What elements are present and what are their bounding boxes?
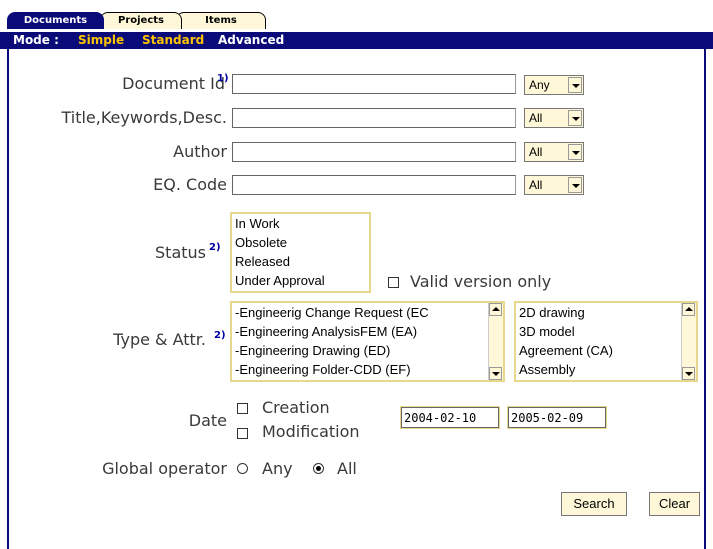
attr-listbox[interactable]: 2D drawing 3D model Agreement (CA) Assem…	[514, 301, 698, 382]
chevron-down-icon[interactable]	[568, 144, 582, 160]
mode-bar: Mode : Simple Standard Advanced	[0, 32, 713, 49]
status-option[interactable]: In Work	[232, 214, 369, 233]
chevron-down-icon[interactable]	[568, 77, 582, 93]
title-operator-value: All	[529, 111, 543, 125]
scroll-up-icon[interactable]	[682, 303, 695, 316]
document-id-operator-value: Any	[529, 78, 550, 92]
attr-option[interactable]: 2D drawing	[516, 303, 696, 322]
type-scrollbar[interactable]	[488, 303, 503, 380]
author-input[interactable]	[232, 142, 516, 162]
attr-option[interactable]: 3D model	[516, 322, 696, 341]
status-listbox[interactable]: In Work Obsolete Released Under Approval	[230, 212, 371, 293]
status-label: Status	[155, 243, 206, 262]
search-button[interactable]: Search	[561, 492, 627, 516]
global-operator-any-label: Any	[262, 459, 293, 478]
type-option[interactable]: -Engineering Folder-CDD (EF)	[232, 360, 503, 379]
scroll-down-icon[interactable]	[682, 367, 695, 380]
valid-version-label: Valid version only	[410, 272, 552, 291]
status-note: 2)	[209, 242, 221, 253]
title-label: Title,Keywords,Desc.	[61, 108, 227, 127]
title-operator-select[interactable]: All	[524, 108, 584, 128]
mode-standard-link[interactable]: Standard	[142, 33, 204, 47]
status-option[interactable]: Released	[232, 252, 369, 271]
global-operator-all-label: All	[337, 459, 357, 478]
creation-label: Creation	[262, 398, 330, 417]
eq-code-input[interactable]	[232, 175, 516, 195]
author-label: Author	[173, 142, 227, 161]
type-attr-label: Type & Attr.	[113, 330, 206, 349]
global-operator-any-radio[interactable]	[237, 463, 248, 474]
chevron-down-icon[interactable]	[568, 110, 582, 126]
document-id-label: Document Id	[122, 74, 225, 93]
status-option[interactable]: Under Approval	[232, 271, 369, 290]
type-listbox[interactable]: -Engineerig Change Request (EC -Engineer…	[230, 301, 505, 382]
mode-simple-link[interactable]: Simple	[78, 33, 124, 47]
tab-projects[interactable]: Projects	[100, 12, 182, 29]
type-option[interactable]: -Engineering Drawing (ED)	[232, 341, 503, 360]
mode-advanced-link[interactable]: Advanced	[218, 33, 284, 47]
document-id-note: 1)	[217, 73, 229, 84]
global-operator-label: Global operator	[102, 459, 227, 478]
document-id-input[interactable]	[232, 74, 516, 94]
author-operator-value: All	[529, 145, 543, 159]
title-input[interactable]	[232, 108, 516, 128]
date-to-input[interactable]: 2005-02-09	[507, 406, 607, 429]
eq-code-operator-value: All	[529, 178, 543, 192]
chevron-down-icon[interactable]	[568, 177, 582, 193]
type-attr-note: 2)	[214, 330, 226, 341]
clear-button[interactable]: Clear	[649, 492, 700, 516]
global-operator-all-radio[interactable]	[313, 463, 324, 474]
eq-code-label: EQ. Code	[153, 175, 227, 194]
type-option[interactable]: -Engineerig Change Request (EC	[232, 303, 503, 322]
tab-items[interactable]: Items	[176, 12, 266, 29]
modification-checkbox[interactable]	[237, 428, 248, 439]
tab-bar: Items Projects Documents	[0, 0, 713, 32]
date-from-input[interactable]: 2004-02-10	[400, 406, 500, 429]
scroll-down-icon[interactable]	[489, 367, 502, 380]
author-operator-select[interactable]: All	[524, 142, 584, 162]
eq-code-operator-select[interactable]: All	[524, 175, 584, 195]
status-option[interactable]: Obsolete	[232, 233, 369, 252]
tab-documents[interactable]: Documents	[7, 12, 104, 29]
scroll-up-icon[interactable]	[489, 303, 502, 316]
type-option[interactable]: -Engineering AnalysisFEM (EA)	[232, 322, 503, 341]
creation-checkbox[interactable]	[237, 403, 248, 414]
attr-option[interactable]: Assembly	[516, 360, 696, 379]
attr-scrollbar[interactable]	[681, 303, 696, 380]
modification-label: Modification	[262, 422, 360, 441]
valid-version-checkbox[interactable]	[388, 277, 399, 288]
date-label: Date	[188, 411, 227, 430]
document-id-operator-select[interactable]: Any	[524, 75, 584, 95]
attr-option[interactable]: Agreement (CA)	[516, 341, 696, 360]
mode-label: Mode :	[13, 33, 59, 47]
